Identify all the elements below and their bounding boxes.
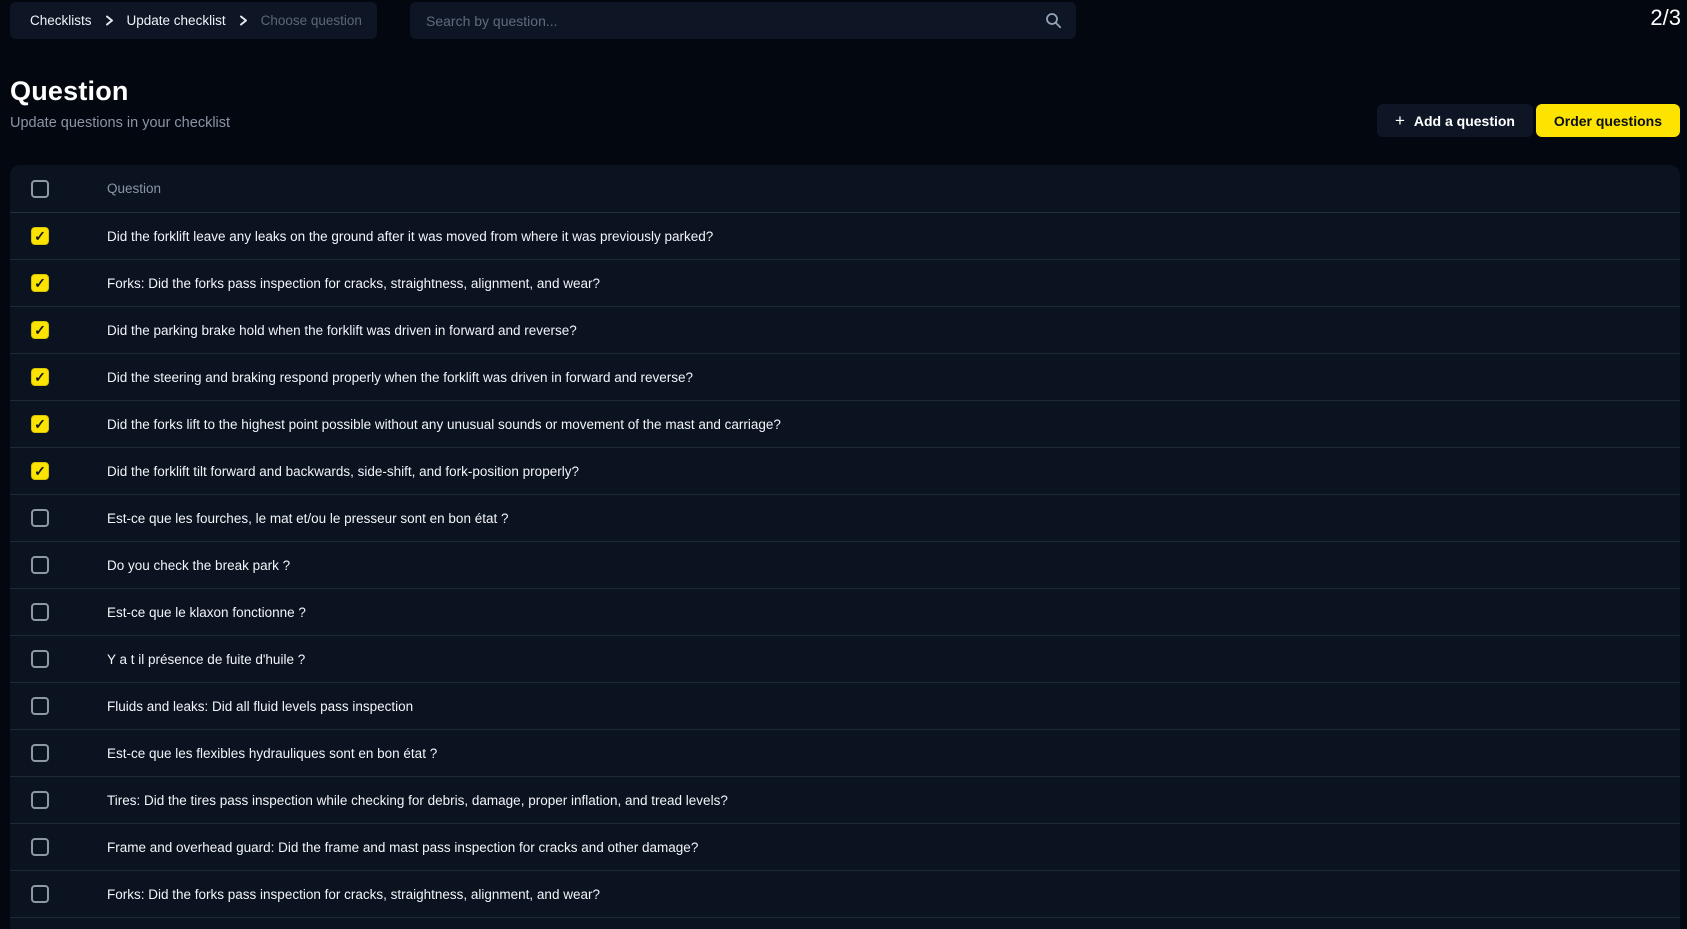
select-all-checkbox[interactable]	[31, 180, 49, 198]
question-text: Did the parking brake hold when the fork…	[107, 323, 577, 338]
order-questions-label: Order questions	[1554, 113, 1662, 129]
table-row: ✓ Did the forklift leave any leaks on th…	[10, 213, 1680, 260]
row-checkbox-cell	[10, 838, 107, 856]
table-row: ✓ Did the parking brake hold when the fo…	[10, 307, 1680, 354]
row-checkbox[interactable]	[31, 744, 49, 762]
search-icon[interactable]	[1045, 12, 1076, 29]
row-checkbox-cell	[10, 791, 107, 809]
question-text: Did the forklift leave any leaks on the …	[107, 229, 713, 244]
table-row: Y a t il présence de fuite d'huile ?	[10, 636, 1680, 683]
question-text: Fluids and leaks: Did all fluid levels p…	[107, 699, 413, 714]
question-text: Y a t il présence de fuite d'huile ?	[107, 652, 305, 667]
question-text: Did the forklift tilt forward and backwa…	[107, 464, 579, 479]
question-text: Est-ce que les fourches, le mat et/ou le…	[107, 511, 508, 526]
row-checkbox-cell: ✓	[10, 321, 107, 339]
breadcrumb-item-choose-question: Choose question	[261, 13, 362, 28]
table-row: ✓ Did the steering and braking respond p…	[10, 354, 1680, 401]
page-subtitle: Update questions in your checklist	[10, 115, 230, 131]
question-text: Tires: Did the tires pass inspection whi…	[107, 793, 728, 808]
table-row: ✓ Did the forklift tilt forward and back…	[10, 448, 1680, 495]
breadcrumb-item-update-checklist[interactable]: Update checklist	[127, 13, 226, 28]
row-checkbox-cell: ✓	[10, 368, 107, 386]
table-row: Est-ce que le klaxon fonctionne ?	[10, 589, 1680, 636]
row-checkbox[interactable]: ✓	[31, 368, 49, 386]
table-row: ✓ Forks: Did the forks pass inspection f…	[10, 260, 1680, 307]
row-checkbox-cell	[10, 650, 107, 668]
question-text: Forks: Did the forks pass inspection for…	[107, 887, 600, 902]
table-row: ✓ Did the forks lift to the highest poin…	[10, 401, 1680, 448]
row-checkbox-cell	[10, 885, 107, 903]
row-checkbox[interactable]: ✓	[31, 462, 49, 480]
row-checkbox-cell	[10, 556, 107, 574]
row-checkbox-cell: ✓	[10, 227, 107, 245]
search-input[interactable]	[410, 2, 1045, 39]
add-question-button[interactable]: + Add a question	[1377, 104, 1533, 137]
question-text: Did the forks lift to the highest point …	[107, 417, 781, 432]
row-checkbox-cell	[10, 509, 107, 527]
row-checkbox-cell	[10, 603, 107, 621]
row-checkbox[interactable]	[31, 885, 49, 903]
table-row: Est-ce que les flexibles hydrauliques so…	[10, 730, 1680, 777]
row-checkbox-cell: ✓	[10, 274, 107, 292]
question-text: Frame and overhead guard: Did the frame …	[107, 840, 698, 855]
table-header-row: Question	[10, 165, 1680, 213]
page-indicator: 2/3	[1650, 5, 1681, 31]
question-text: Do you check the break park ?	[107, 558, 290, 573]
row-checkbox[interactable]	[31, 603, 49, 621]
table-row: Do you check the break park ?	[10, 542, 1680, 589]
add-question-label: Add a question	[1414, 113, 1515, 129]
row-checkbox[interactable]	[31, 509, 49, 527]
chevron-right-icon	[105, 15, 114, 26]
row-checkbox[interactable]: ✓	[31, 274, 49, 292]
row-checkbox-cell	[10, 697, 107, 715]
row-checkbox[interactable]: ✓	[31, 415, 49, 433]
row-checkbox[interactable]	[31, 556, 49, 574]
search-bar	[410, 2, 1076, 39]
row-checkbox[interactable]: ✓	[31, 227, 49, 245]
row-checkbox[interactable]: ✓	[31, 321, 49, 339]
row-checkbox[interactable]	[31, 650, 49, 668]
page-title: Question	[10, 76, 129, 107]
row-checkbox[interactable]	[31, 838, 49, 856]
breadcrumb-item-checklists[interactable]: Checklists	[30, 13, 92, 28]
table-row: Fluids and leaks: Did all fluid levels p…	[10, 683, 1680, 730]
question-text: Forks: Did the forks pass inspection for…	[107, 276, 600, 291]
table-body: ✓ Did the forklift leave any leaks on th…	[10, 213, 1680, 929]
row-checkbox[interactable]	[31, 697, 49, 715]
table-row: Est-ce que les fourches, le mat et/ou le…	[10, 495, 1680, 542]
row-checkbox-cell: ✓	[10, 415, 107, 433]
table-row: Forks: Did the forks pass inspection for…	[10, 871, 1680, 918]
row-checkbox-cell: ✓	[10, 462, 107, 480]
question-text: Did the steering and braking respond pro…	[107, 370, 693, 385]
table-row: Frame and overhead guard: Did the frame …	[10, 824, 1680, 871]
question-text: Est-ce que les flexibles hydrauliques so…	[107, 746, 437, 761]
chevron-right-icon	[239, 15, 248, 26]
order-questions-button[interactable]: Order questions	[1536, 104, 1680, 137]
row-checkbox[interactable]	[31, 791, 49, 809]
table-row: Tires: Did the tires pass inspection whi…	[10, 777, 1680, 824]
questions-table: Question ✓ Did the forklift leave any le…	[10, 165, 1680, 929]
breadcrumb: Checklists Update checklist Choose quest…	[10, 2, 377, 39]
question-column-header: Question	[107, 181, 161, 196]
row-checkbox-cell	[10, 744, 107, 762]
table-row	[10, 918, 1680, 929]
plus-icon: +	[1395, 112, 1405, 129]
question-text: Est-ce que le klaxon fonctionne ?	[107, 605, 306, 620]
header-checkbox-cell	[10, 180, 107, 198]
